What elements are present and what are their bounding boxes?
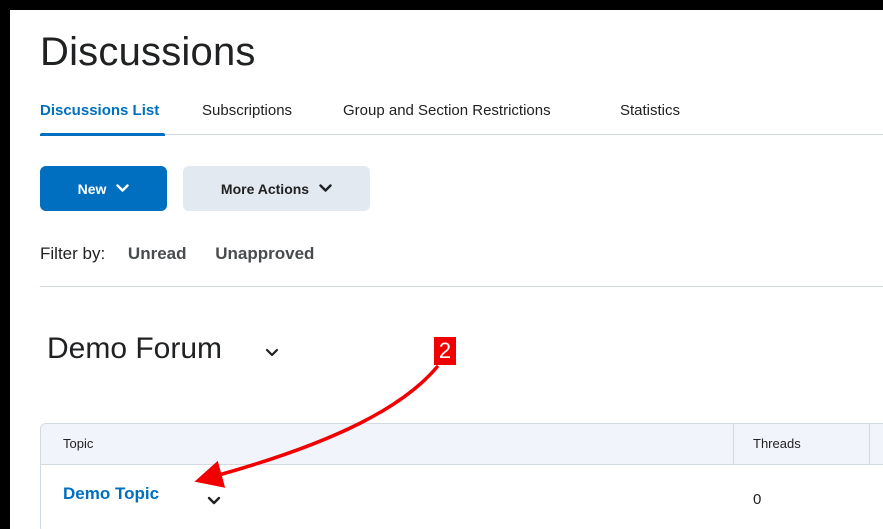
tab-label: Discussions List bbox=[40, 102, 160, 119]
tab-subscriptions[interactable]: Subscriptions bbox=[202, 102, 292, 119]
page-title: Discussions bbox=[40, 30, 256, 74]
tab-discussions-list[interactable]: Discussions List bbox=[40, 102, 165, 136]
chevron-down-icon bbox=[116, 184, 130, 192]
topic-link-demo-topic[interactable]: Demo Topic bbox=[63, 484, 159, 504]
topics-table: Topic Threads Demo Topic 0 bbox=[40, 423, 883, 529]
step-number-badge: 2 bbox=[434, 337, 456, 365]
column-header-threads: Threads bbox=[753, 436, 801, 451]
table-header: Topic Threads bbox=[41, 424, 883, 465]
column-separator bbox=[733, 424, 734, 464]
forum-options-chevron-icon[interactable] bbox=[265, 348, 279, 358]
filter-label: Filter by: bbox=[40, 244, 106, 263]
threads-count: 0 bbox=[753, 491, 762, 508]
table-row: Demo Topic 0 bbox=[41, 465, 883, 529]
tab-label: Subscriptions bbox=[202, 102, 293, 119]
section-divider bbox=[40, 286, 883, 287]
topic-options-chevron-icon[interactable] bbox=[207, 496, 221, 506]
filter-unapproved[interactable]: Unapproved bbox=[215, 244, 314, 263]
filter-unread[interactable]: Unread bbox=[128, 244, 187, 263]
tab-label: Statistics bbox=[620, 102, 681, 119]
tab-statistics[interactable]: Statistics bbox=[620, 102, 680, 119]
new-button-label: New bbox=[77, 180, 107, 197]
column-separator bbox=[869, 424, 870, 464]
forum-title: Demo Forum bbox=[47, 332, 223, 365]
filter-bar: Filter by: Unread Unapproved bbox=[40, 244, 330, 264]
tab-group-and-section-restrictions[interactable]: Group and Section Restrictions bbox=[343, 102, 551, 119]
column-header-topic: Topic bbox=[63, 436, 94, 451]
new-button[interactable]: New bbox=[40, 166, 167, 211]
chevron-down-icon bbox=[319, 184, 332, 192]
tab-label: Group and Section Restrictions bbox=[343, 102, 551, 119]
screenshot-frame: Discussions Discussions List Subscriptio… bbox=[10, 10, 883, 529]
tab-bar: Discussions List Subscriptions Group and… bbox=[40, 100, 883, 136]
more-actions-label: More Actions bbox=[220, 180, 310, 197]
active-tab-indicator bbox=[40, 133, 165, 136]
more-actions-button[interactable]: More Actions bbox=[183, 166, 370, 211]
